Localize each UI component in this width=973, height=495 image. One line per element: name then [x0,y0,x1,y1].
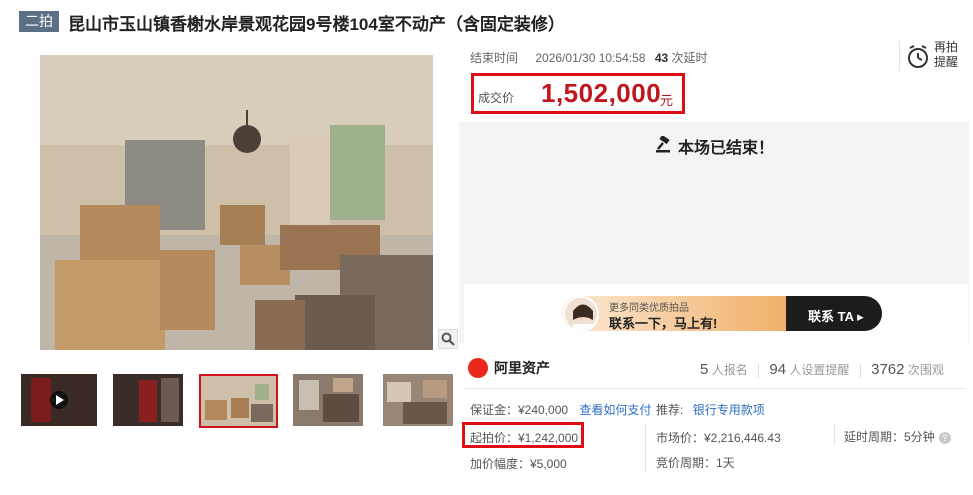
thumbnail-3-selected[interactable] [199,374,278,428]
remind-line1: 再拍 [934,40,959,54]
page-title: 昆山市玉山镇香榭水岸景观花园9号楼104室不动产（含固定装修） [68,15,565,34]
thumbnail-2[interactable] [113,374,183,426]
delay-label: 次延时 [671,51,708,65]
remind-line2: 提醒 [934,55,959,69]
deal-price-unit: 元 [660,93,674,108]
recommend-label: 推荐: [656,403,684,417]
banner-subtitle: 更多同类优质拍品 [609,303,689,314]
bank-funds-link[interactable]: 银行专用款项 [693,403,765,417]
ali-assets-logo-icon [468,358,488,378]
thumbnail-4[interactable] [293,374,363,426]
agent-avatar [563,296,599,332]
signup-count: 5 [700,361,709,378]
market-price: 市场价：¥2,216,446.43 [656,431,781,445]
contact-ta-label: 联系 TA [808,309,854,324]
remind-divider [899,41,900,71]
view-count: 3762 [871,361,905,378]
view-label: 次围观 [907,363,944,377]
deal-price-value: 1,502,000 [541,78,662,108]
how-to-pay-link[interactable]: 查看如何支付 [579,403,651,417]
delay-count: 43 [654,51,669,65]
signup-label: 人报名 [711,363,748,377]
banner-title: 联系一下，马上有! [609,316,718,331]
end-time-row: 结束时间 2026/01/30 10:54:58 43 次延时 [470,49,708,66]
delay-period: 延时周期：5分钟 [844,430,935,444]
remind-button[interactable]: 再拍 提醒 [934,40,958,70]
deposit-row: 保证金：¥240,000 查看如何支付 [470,401,651,418]
deal-price-label: 成交价 [478,91,515,105]
column-divider [645,424,646,472]
alarm-clock-icon[interactable] [906,44,930,75]
auction-stats: 5 人报名 94 人设置提醒 3762 次围观 [700,361,944,378]
chevron-right-icon: ▸ [857,309,864,324]
end-time-value: 2026/01/30 10:54:58 [535,51,646,65]
remind-label: 人设置提醒 [789,363,850,377]
auction-ended-text: 本场已结束！ [678,140,775,157]
start-price: 起拍价：¥1,242,000 [470,431,579,445]
help-icon[interactable]: ? [938,431,951,444]
divider [465,388,965,389]
deposit-text: 保证金：¥240,000 [470,403,569,417]
platform-name: 阿里资产 [494,360,550,376]
delay-period-row: 延时周期：5分钟? [844,428,951,445]
bid-period: 竞价周期：1天 [656,456,735,470]
thumbnail-5[interactable] [383,374,453,426]
remind-count: 94 [769,361,787,378]
recommend-row: 推荐: 银行专用款项 [656,401,765,418]
zoom-button[interactable] [438,329,458,349]
end-time-label: 结束时间 [470,51,519,65]
zoom-icon [441,332,455,346]
gavel-icon [655,134,673,158]
thumbnail-video[interactable] [21,374,97,426]
contact-ta-button[interactable]: 联系 TA ▸ [808,306,864,325]
increment: 加价幅度：¥5,000 [470,457,567,471]
main-photo[interactable] [40,55,433,350]
column-divider-2 [834,424,835,446]
auction-round-badge: 二拍 [19,11,59,32]
platform-logo: 阿里资产 [468,358,550,378]
